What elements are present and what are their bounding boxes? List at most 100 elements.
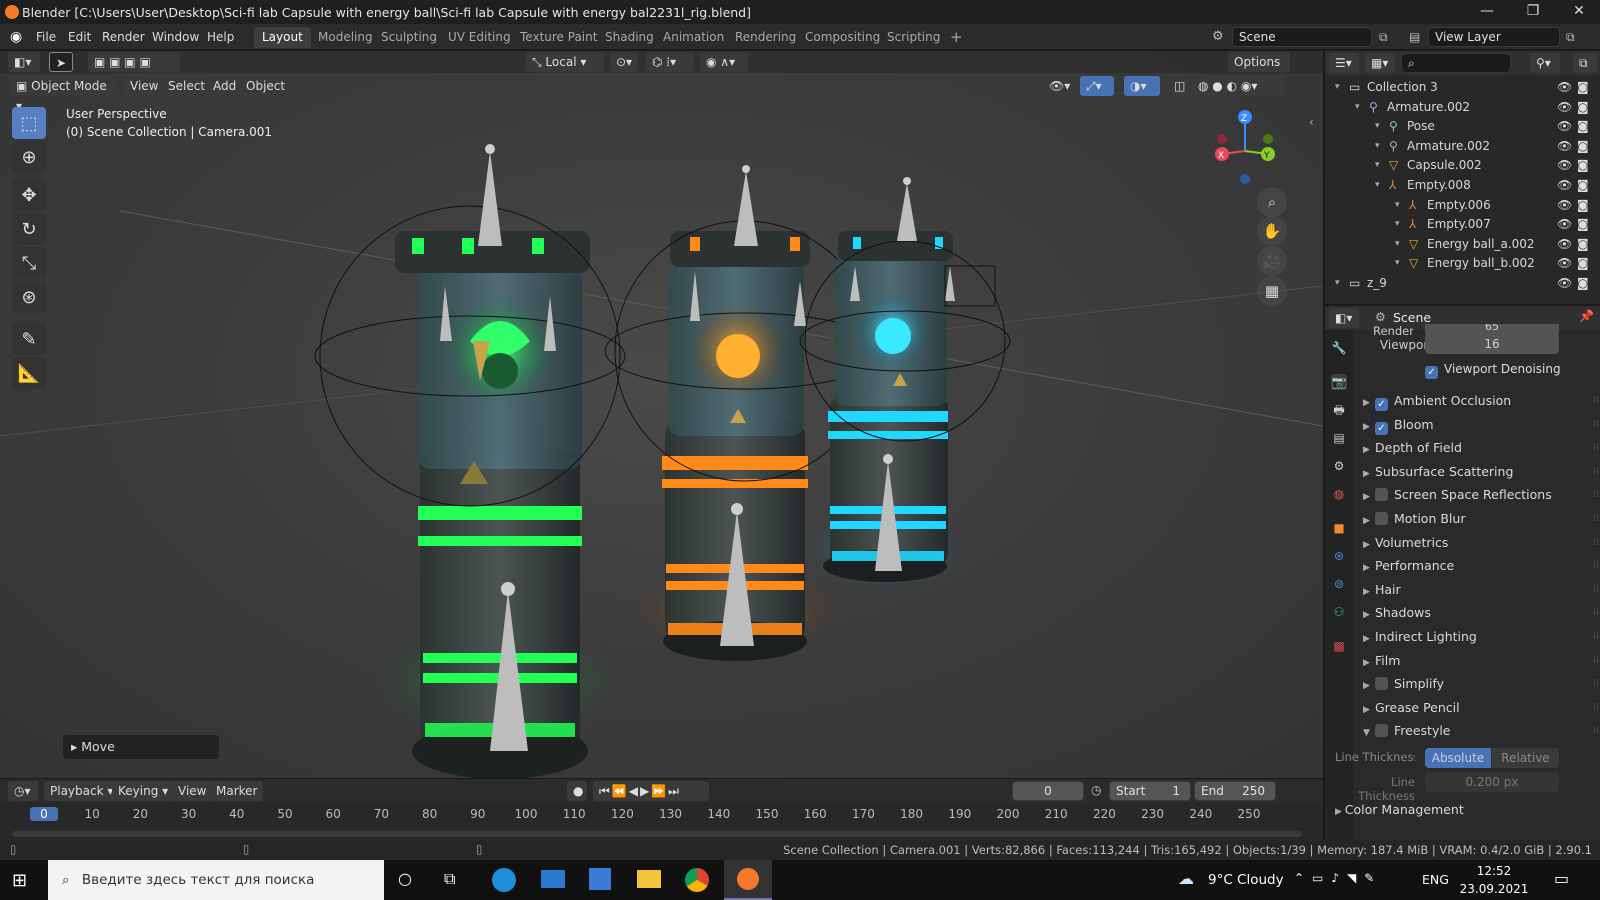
view-layer-field[interactable]: View Layer — [1428, 27, 1560, 47]
render-camera-icon[interactable]: ◙ — [1577, 116, 1589, 136]
texture-tab-icon[interactable]: ▩ — [1331, 638, 1347, 654]
snap-icon[interactable]: ⌬ ⁞▾ — [646, 52, 694, 72]
zoom-icon[interactable]: ⌕ — [1257, 187, 1287, 217]
panel-checkbox[interactable]: ✓ — [1375, 398, 1388, 411]
object-tab-icon[interactable]: ■ — [1331, 520, 1347, 536]
store-icon[interactable] — [589, 868, 611, 890]
drag-handle-icon[interactable]: ⁞⁞ — [1593, 626, 1599, 648]
playback-menu[interactable]: Playback ▾ — [44, 781, 120, 801]
render-camera-icon[interactable]: ◙ — [1577, 234, 1589, 254]
drag-handle-icon[interactable]: ⁞⁞ — [1593, 650, 1599, 672]
render-camera-icon[interactable]: ◙ — [1577, 253, 1589, 273]
system-tray-icons[interactable]: ⌃▭♪◥✎ — [1294, 871, 1382, 885]
tab-uv-editing[interactable]: UV Editing — [440, 27, 519, 48]
timeline-scrollbar[interactable] — [12, 831, 1302, 837]
viewport-denoising-checkbox[interactable]: ✓ Viewport Denoising — [1425, 362, 1561, 379]
render-camera-icon[interactable]: ◙ — [1577, 97, 1589, 117]
tab-compositing[interactable]: Compositing — [797, 27, 888, 48]
outliner-search-input[interactable]: ⌕ — [1401, 53, 1511, 73]
language-indicator[interactable]: ENG — [1422, 872, 1449, 887]
panel-header[interactable]: ▶ ✓ Ambient Occlusion ⁞⁞ — [1363, 390, 1599, 412]
panel-header[interactable]: ▼ Freestyle ⁞⁞ — [1363, 720, 1599, 742]
select-box-tool-icon[interactable]: ⬚ — [12, 107, 46, 139]
sidebar-toggle-icon[interactable]: ‹ — [1309, 115, 1314, 129]
physics-tab-icon[interactable]: ⊚ — [1331, 576, 1347, 592]
file-explorer-icon[interactable] — [637, 870, 661, 888]
keying-menu[interactable]: Keying ▾ — [112, 781, 175, 801]
drag-handle-icon[interactable]: ⁞⁞ — [1593, 555, 1599, 577]
windows-start-icon[interactable]: ⊞ — [12, 870, 27, 891]
render-camera-icon[interactable]: ◙ — [1577, 77, 1589, 97]
menu-view[interactable]: View — [124, 76, 165, 96]
modifier-tab-icon[interactable]: ⊛ — [1331, 548, 1347, 564]
drag-handle-icon[interactable]: ⁞⁞ — [1593, 414, 1599, 436]
panel-header[interactable]: ▶ Subsurface Scattering ⁞⁞ — [1363, 461, 1599, 483]
viewport-samples-field[interactable]: 16 — [1425, 334, 1559, 354]
drag-handle-icon[interactable]: ⁞⁞ — [1593, 508, 1599, 530]
outliner-row[interactable]: ▾ ▽ Capsule.002 👁 ◙ — [1325, 155, 1600, 175]
mode-dropdown[interactable]: ▣ Object Mode ▾ — [10, 76, 115, 113]
timeline-view-menu[interactable]: View — [172, 781, 213, 801]
tab-layout[interactable]: Layout — [254, 27, 311, 48]
options-dropdown[interactable]: Options ▾ — [1228, 52, 1290, 89]
drag-handle-icon[interactable]: ⁞⁞ — [1593, 697, 1599, 719]
minimize-button[interactable]: — — [1464, 0, 1510, 24]
expand-arrow-icon[interactable]: ▾ — [1395, 195, 1400, 215]
expand-arrow-icon[interactable]: ▾ — [1375, 175, 1380, 195]
visibility-eye-icon[interactable]: 👁 — [1557, 253, 1572, 273]
menu-select[interactable]: Select — [162, 76, 212, 96]
data-tab-icon[interactable]: ⚇ — [1331, 604, 1347, 620]
visibility-eye-icon[interactable]: 👁 — [1557, 116, 1572, 136]
drag-handle-icon[interactable]: ⁞⁞ — [1593, 602, 1599, 624]
line-thickness-field[interactable]: 0.200 px — [1425, 772, 1559, 792]
expand-arrow-icon[interactable]: ▾ — [1355, 97, 1360, 117]
panel-header[interactable]: ▶ Shadows ⁞⁞ — [1363, 602, 1599, 624]
xray-icon[interactable]: ◫ — [1168, 76, 1188, 96]
filter-icon[interactable]: ⚲▾ — [1530, 53, 1560, 73]
visibility-eye-icon[interactable]: 👁 — [1557, 234, 1572, 254]
transform-tool-icon[interactable]: ⊛ — [12, 281, 46, 313]
marker-menu[interactable]: Marker — [210, 781, 264, 801]
shading-mode-icons[interactable]: ◍ ● ◐ ◉▾ — [1192, 76, 1284, 96]
camera-view-icon[interactable]: 🎥 — [1257, 246, 1287, 276]
rotate-tool-icon[interactable]: ↻ — [12, 213, 46, 245]
scale-tool-icon[interactable]: ⤡ — [12, 247, 46, 279]
record-icon[interactable]: ● — [567, 781, 587, 801]
panel-header[interactable]: ▶ Performance ⁞⁞ — [1363, 555, 1599, 577]
expand-arrow-icon[interactable]: ▾ — [1375, 116, 1380, 136]
outliner-row[interactable]: ▾ ▭ z_9 👁 ◙ — [1325, 273, 1600, 293]
gizmo-toggle-icon[interactable]: ⤢▾ — [1080, 76, 1114, 96]
visibility-eye-icon[interactable]: 👁 — [1557, 77, 1572, 97]
close-button[interactable]: ✕ — [1556, 0, 1600, 24]
overlay-toggle-icon[interactable]: ◑▾ — [1124, 76, 1160, 96]
color-management-panel[interactable]: ▶ Color Management — [1335, 802, 1464, 817]
expand-arrow-icon[interactable]: ▾ — [1375, 155, 1380, 175]
tab-modeling[interactable]: Modeling — [310, 27, 381, 48]
output-tab-icon[interactable]: 🖶 — [1331, 402, 1347, 418]
transform-orientation-dropdown[interactable]: ⤡ Local ▾ — [526, 52, 604, 72]
drag-handle-icon[interactable]: ⁞⁞ — [1593, 673, 1599, 695]
panel-checkbox[interactable]: ✓ — [1375, 421, 1388, 435]
outliner-row[interactable]: ▾ ▭ Collection 3 👁 ◙ — [1325, 77, 1600, 97]
drag-handle-icon[interactable]: ⁞⁞ — [1593, 532, 1599, 554]
panel-header[interactable]: ▶ Motion Blur ⁞⁞ — [1363, 508, 1599, 530]
expand-arrow-icon[interactable]: ▾ — [1395, 253, 1400, 273]
scene-field[interactable]: Scene — [1232, 27, 1372, 47]
new-collection-icon[interactable]: ⧉ — [1573, 53, 1597, 73]
drag-handle-icon[interactable]: ⁞⁞ — [1593, 461, 1599, 483]
drag-handle-icon[interactable]: ⁞⁞ — [1593, 437, 1599, 459]
panel-header[interactable]: ▶ Indirect Lighting ⁞⁞ — [1363, 626, 1599, 648]
tab-texture-paint[interactable]: Texture Paint — [512, 27, 605, 48]
clock-time[interactable]: 12:52 — [1466, 864, 1522, 878]
scene-tab-icon[interactable]: ⚙ — [1331, 458, 1347, 474]
expand-arrow-icon[interactable]: ▾ — [1335, 77, 1340, 97]
outliner-editor-type-icon[interactable]: ☰▾ — [1329, 53, 1359, 73]
render-camera-icon[interactable]: ◙ — [1577, 195, 1589, 215]
panel-checkbox[interactable] — [1375, 488, 1388, 502]
blender-taskbar-button[interactable] — [724, 860, 772, 900]
drag-handle-icon[interactable]: ⁞⁞ — [1593, 579, 1599, 601]
tool-tab-icon[interactable]: 🔧 — [1331, 340, 1347, 356]
outliner-row[interactable]: ▾ ▽ Energy ball_a.002 👁 ◙ — [1325, 234, 1600, 254]
notifications-icon[interactable]: ▭ — [1554, 869, 1569, 888]
drag-handle-icon[interactable]: ⁞⁞ — [1593, 720, 1599, 742]
